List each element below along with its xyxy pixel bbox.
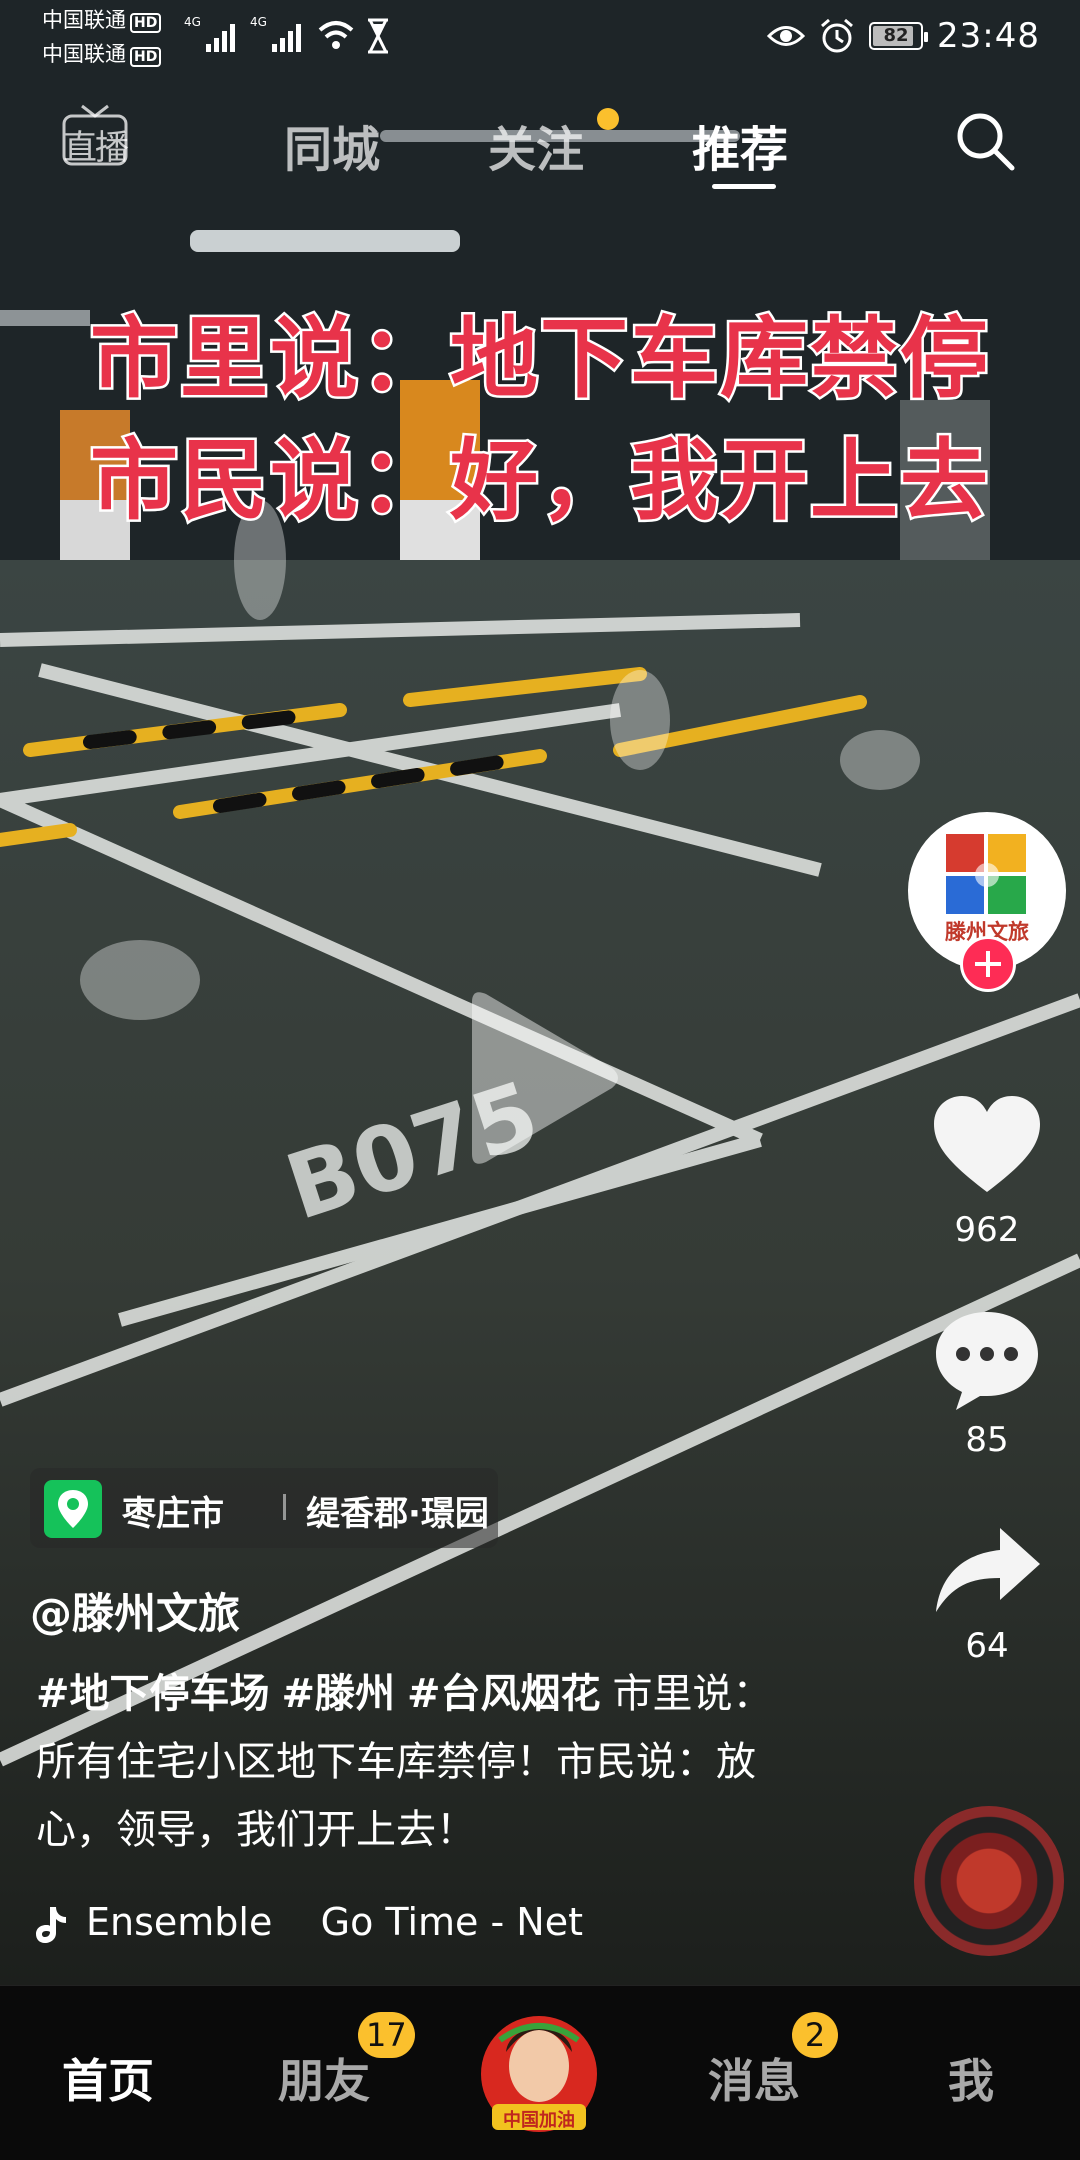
nav-friends[interactable]: 朋友: [278, 2045, 370, 2111]
comment-count: 85: [965, 1420, 1009, 1460]
location-separator: [283, 1494, 286, 1520]
active-tab-indicator: [712, 184, 776, 189]
following-notification-dot: [597, 108, 619, 130]
nav-me[interactable]: 我: [948, 2045, 994, 2111]
hashtag-link[interactable]: #地下停车场: [36, 1671, 270, 1717]
location-place: 缇香郡·璟园: [306, 1494, 489, 1534]
comment-icon[interactable]: [930, 1306, 1044, 1416]
nav-messages[interactable]: 消息: [708, 2045, 800, 2111]
tab-following[interactable]: 关注: [488, 110, 584, 180]
video-headline-1: 市里说：地下车库禁停: [87, 305, 990, 413]
search-icon[interactable]: [952, 108, 1018, 174]
svg-text:4G: 4G: [184, 15, 201, 29]
tab-nearby[interactable]: 同城: [284, 110, 380, 180]
signal-icon-2: 4G: [250, 15, 301, 52]
signal-icon: 4G: [184, 15, 235, 52]
carrier-1: 中国联通 HD: [42, 8, 162, 33]
nav-home[interactable]: 首页: [62, 2045, 154, 2111]
author-name[interactable]: @滕州文旅: [30, 1580, 240, 1641]
share-arrow-icon[interactable]: [930, 1520, 1044, 1630]
alarm-icon: [821, 18, 853, 53]
top-nav: 直播 同城 关注 推荐: [0, 96, 1080, 192]
hashtag-link[interactable]: #滕州: [282, 1671, 396, 1717]
location-pin-icon: [44, 1480, 102, 1538]
friends-badge: 17: [358, 2012, 415, 2058]
video-description: #地下停车场 #滕州 #台风烟花 市里说：所有住宅小区地下车库禁停！市民说：放心，领导…: [36, 1660, 776, 1864]
status-right: 82 23:48: [767, 14, 1040, 58]
play-icon[interactable]: [462, 988, 622, 1168]
hashtag-link[interactable]: #台风烟花: [407, 1671, 601, 1717]
wifi-icon: [318, 21, 354, 49]
avatar-logo: [946, 834, 1026, 914]
music-title: Ensemble Go Time - Net: [86, 1900, 584, 1944]
hourglass-icon: [368, 18, 388, 54]
music-disc-icon[interactable]: [914, 1806, 1064, 1956]
share-count: 64: [965, 1626, 1009, 1666]
status-bar: 中国联通 HD 中国联通 HD 4G 4G 82 23:48: [0, 0, 1080, 72]
tab-recommended[interactable]: 推荐: [692, 110, 788, 180]
like-count: 962: [954, 1210, 1020, 1250]
live-button[interactable]: 直播: [62, 102, 129, 168]
svg-text:4G: 4G: [250, 15, 267, 29]
tiktok-note-icon: [36, 1906, 66, 1943]
music-info[interactable]: Ensemble Go Time - Net: [34, 1900, 583, 1950]
eye-icon: [767, 26, 806, 46]
like-heart-icon[interactable]: [930, 1092, 1044, 1202]
center-create-button[interactable]: 中国加油: [478, 2012, 600, 2144]
follow-button[interactable]: [960, 936, 1016, 992]
live-label: 直播: [63, 128, 129, 168]
app-root: B075 中国联通 HD 中国联通 HD 4G 4G 82 23:48 直播 同…: [0, 0, 1080, 2160]
location-tag[interactable]: 枣庄市 缇香郡·璟园: [30, 1468, 498, 1548]
center-button-label: 中国加油: [503, 2110, 575, 2131]
clock: 23:48: [937, 16, 1040, 56]
video-headline-2: 市民说：好，我开上去: [87, 427, 990, 535]
messages-badge: 2: [792, 2012, 838, 2058]
location-city: 枣庄市: [122, 1494, 224, 1534]
battery-icon: 82: [869, 22, 929, 50]
carrier-2: 中国联通 HD: [42, 42, 162, 67]
